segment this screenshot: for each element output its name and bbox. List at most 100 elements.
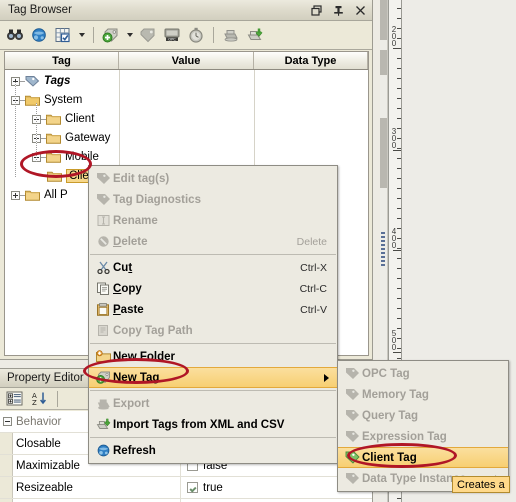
stopwatch-icon[interactable] [185,24,207,46]
pin-icon[interactable] [333,5,344,16]
menu-separator [90,390,336,391]
toolbar-separator-2 [213,27,214,43]
ruler-label: 400 [391,227,396,250]
copypath-icon [93,322,113,339]
menu-item-label: Client Tag [362,451,417,464]
menu-item-label: Copy [113,282,142,295]
ruler-tick-minor [397,278,401,279]
screen-root: 200300400500 Tag Browser OPC Tag Value D… [0,0,516,502]
folder-icon [46,132,61,144]
ruler-tick-minor [397,118,401,119]
menu-item-new-tag[interactable]: New Tag [89,367,337,388]
property-name: Behavior [16,415,62,428]
ruler-tick-minor [397,268,401,269]
opc-icon[interactable]: OPC [161,24,183,46]
categorize-icon[interactable] [3,388,25,410]
ruler-tick-minor [397,348,401,349]
ruler-tick-minor [397,168,401,169]
folder-icon [25,94,40,106]
tree-node-client[interactable]: Client [32,110,94,128]
tree-node-gateway[interactable]: Gateway [32,129,110,147]
close-icon[interactable] [355,5,366,16]
tree-column-headers: Tag Value Data Type [5,52,368,70]
refresh-icon [93,442,113,459]
menu-item-refresh[interactable]: Refresh [89,440,337,461]
menu-item-memory-tag: Memory Tag [338,384,508,405]
tree-node-label: Mobile [65,151,99,163]
ruler-tick-minor [397,498,401,499]
ruler-tick-minor [397,188,401,189]
menu-item-cut[interactable]: Cut Ctrl-X [89,257,337,278]
dropdown-arrow-1-icon[interactable] [76,25,87,45]
folder-icon [47,170,62,182]
menu-item-new-folder[interactable]: New Folder [89,346,337,367]
browse-icon[interactable] [28,24,50,46]
ruler-tick-minor [397,288,401,289]
tag-icon[interactable] [137,24,159,46]
grid-check-icon[interactable] [52,24,74,46]
tag-icon [342,407,362,424]
property-checkbox[interactable] [187,482,198,493]
ruler-tick-major [393,48,401,49]
new-tag-icon[interactable] [100,24,122,46]
menu-item-label: OPC Tag [362,367,410,380]
scroll-block-1 [380,0,387,40]
find-icon[interactable] [4,24,26,46]
tree-guide-line [36,103,37,163]
menu-item-expression-tag: Expression Tag [338,426,508,447]
ruler-tick-minor [397,258,401,259]
column-header-datatype[interactable]: Data Type [254,52,368,69]
submenu-arrow-icon [324,373,329,382]
green-tag-icon [342,449,362,466]
dropdown-arrow-2-icon[interactable] [124,25,135,45]
tree-toggle-plus-icon[interactable] [11,190,20,200]
context-menu[interactable]: Edit tag(s) Tag Diagnostics Rename Delete De… [88,165,338,464]
tree-node-mobile[interactable]: Mobile [32,148,99,166]
tag-icon [342,386,362,403]
menu-item-paste[interactable]: Paste Ctrl-V [89,299,337,320]
menu-item-import-tags-from-xml-and-csv[interactable]: Import Tags from XML and CSV [89,414,337,435]
menu-separator [90,254,336,255]
rename-icon [93,212,113,229]
menu-item-copy[interactable]: Copy Ctrl-C [89,278,337,299]
menu-item-label: Data Type Instance [362,472,466,485]
sort-az-icon[interactable]: A Z [28,388,50,410]
ruler-tick-minor [397,248,401,249]
tree-node-all-p[interactable]: All P [11,186,68,204]
column-header-value[interactable]: Value [119,52,254,69]
property-value-text: true [203,481,223,494]
ruler-tick-minor [397,298,401,299]
ruler-tick-minor [397,98,401,99]
export-icon[interactable] [220,24,242,46]
category-collapse-icon[interactable] [3,417,12,426]
ruler-tick-major [393,352,401,353]
menu-item-client-tag[interactable]: Client Tag [338,447,508,468]
restore-icon[interactable] [311,5,322,16]
column-header-tag[interactable]: Tag [5,52,119,69]
folder-icon [46,113,61,125]
ruler-tick-minor [397,358,401,359]
cut-icon [93,259,113,276]
property-value[interactable]: true [187,482,223,494]
menu-item-label: Import Tags from XML and CSV [113,418,285,431]
delete-icon [93,233,113,250]
ruler-tick-minor [397,178,401,179]
menu-item-shortcut: Ctrl-V [300,303,327,316]
import-icon[interactable] [244,24,266,46]
title-bar: Tag Browser [0,0,372,21]
tag-icon [342,365,362,382]
new-tag-submenu[interactable]: OPC Tag Memory Tag Query Tag Expression Tag… [337,360,509,492]
tag-icon [342,428,362,445]
menu-item-label: Query Tag [362,409,419,422]
import-icon [93,416,113,433]
tree-node-system[interactable]: System [11,91,82,109]
split-handle[interactable] [381,232,385,266]
tree-node-tags[interactable]: Tags [11,72,70,90]
ruler-tick-minor [397,318,401,319]
ruler-tick-minor [397,338,401,339]
menu-item-label: New Tag [113,371,160,384]
menu-item-label: Cut [113,261,133,274]
ruler-tick-major [393,150,401,151]
property-row-resizeable[interactable]: Resizeable true [0,477,372,499]
window-buttons [311,0,366,21]
